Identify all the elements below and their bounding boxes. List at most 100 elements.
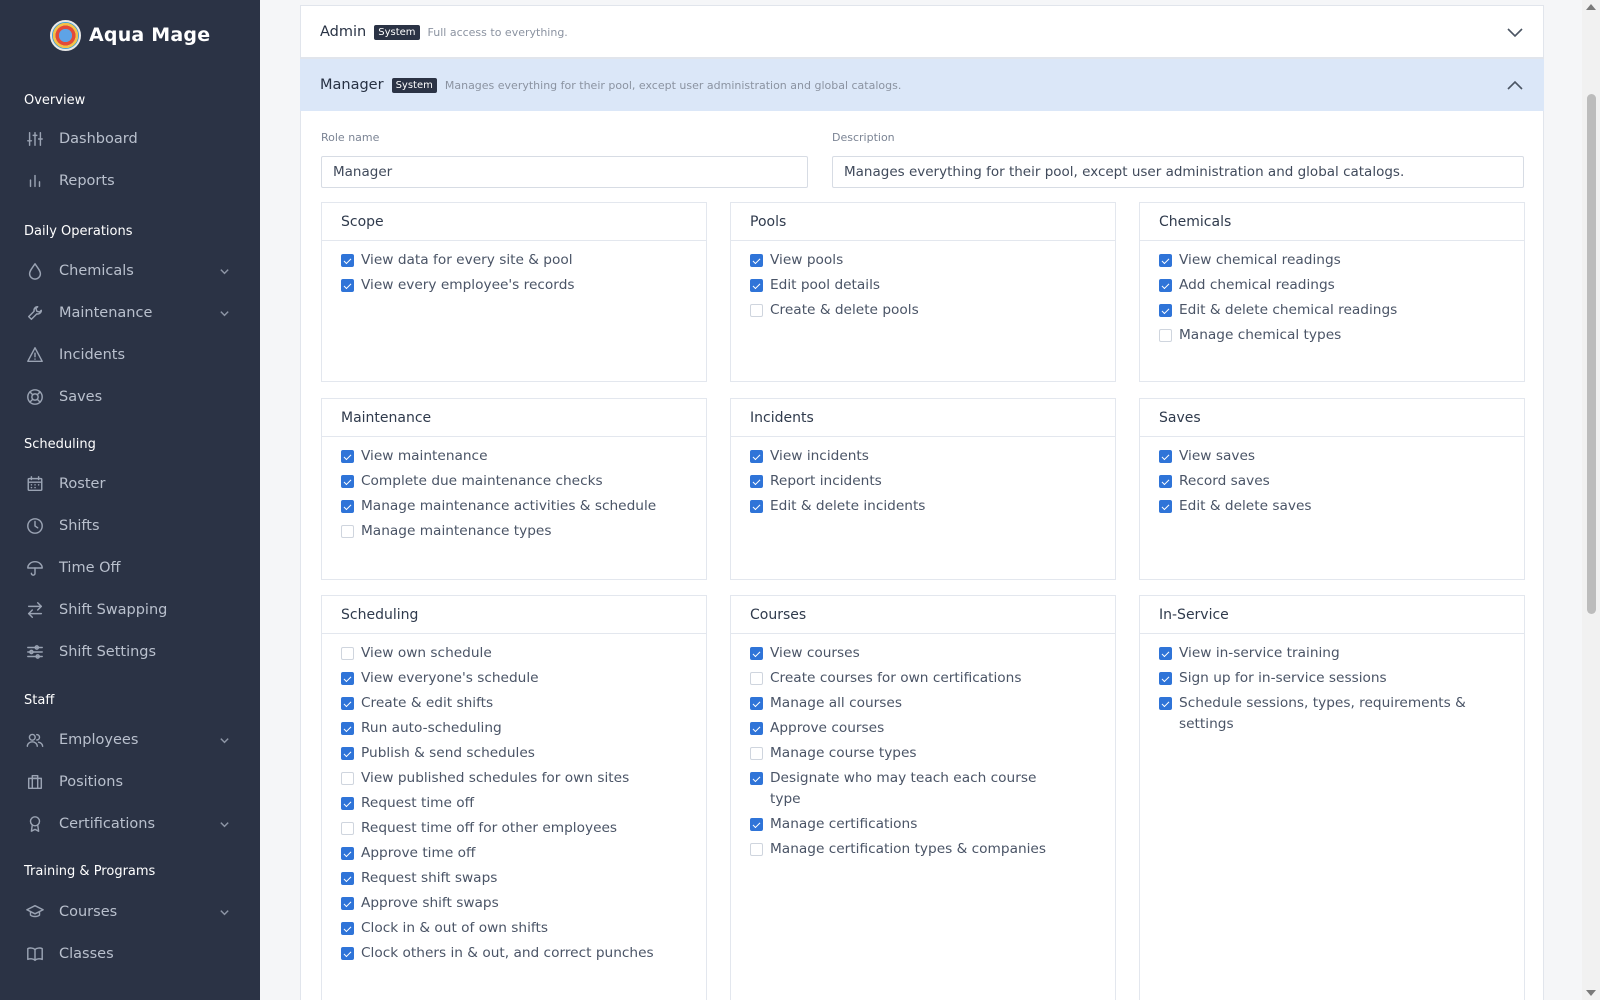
checkbox-checked[interactable] — [750, 647, 763, 660]
checkbox-checked[interactable] — [750, 818, 763, 831]
description-input[interactable] — [832, 156, 1524, 188]
checkbox-checked[interactable] — [1159, 647, 1172, 660]
manager-role-header[interactable]: Manager System Manages everything for th… — [300, 59, 1544, 111]
permission-item[interactable]: View published schedules for own sites — [341, 768, 706, 789]
checkbox-unchecked[interactable] — [341, 647, 354, 660]
permission-item[interactable]: Manage course types — [750, 743, 1115, 764]
permission-item[interactable]: View own schedule — [341, 643, 706, 664]
permission-item[interactable]: Complete due maintenance checks — [341, 471, 706, 492]
checkbox-unchecked[interactable] — [341, 772, 354, 785]
permission-item[interactable]: Create courses for own certifications — [750, 668, 1115, 689]
sidebar-item-courses[interactable]: Courses — [26, 897, 240, 927]
permission-item[interactable]: Edit & delete incidents — [750, 496, 1115, 517]
sidebar-item-chemicals[interactable]: Chemicals — [26, 256, 240, 286]
sidebar-item-dashboard[interactable]: Dashboard — [26, 124, 240, 154]
chevron-down-icon[interactable] — [219, 818, 230, 834]
permission-item[interactable]: Request shift swaps — [341, 868, 706, 889]
permission-item[interactable]: Publish & send schedules — [341, 743, 706, 764]
permission-item[interactable]: Edit pool details — [750, 275, 1115, 296]
sidebar-item-shift-swapping[interactable]: Shift Swapping — [26, 595, 240, 625]
permission-item[interactable]: View chemical readings — [1159, 250, 1524, 271]
chevron-down-icon[interactable] — [1506, 24, 1524, 40]
permission-item[interactable]: Clock in & out of own shifts — [341, 918, 706, 939]
checkbox-checked[interactable] — [750, 254, 763, 267]
checkbox-checked[interactable] — [750, 772, 763, 785]
permission-item[interactable]: View maintenance — [341, 446, 706, 467]
sidebar-item-classes[interactable]: Classes — [26, 939, 240, 969]
permission-item[interactable]: Manage certification types & companies — [750, 839, 1115, 860]
checkbox-unchecked[interactable] — [750, 843, 763, 856]
permission-item[interactable]: View pools — [750, 250, 1115, 271]
checkbox-checked[interactable] — [1159, 304, 1172, 317]
permission-item[interactable]: Schedule sessions, types, requirements &… — [1159, 693, 1524, 735]
sidebar-item-shifts[interactable]: Shifts — [26, 511, 240, 541]
permission-item[interactable]: Manage chemical types — [1159, 325, 1524, 346]
checkbox-unchecked[interactable] — [750, 672, 763, 685]
chevron-down-icon[interactable] — [219, 307, 230, 323]
checkbox-checked[interactable] — [1159, 279, 1172, 292]
sidebar-item-incidents[interactable]: Incidents — [26, 340, 240, 370]
permission-item[interactable]: View in-service training — [1159, 643, 1524, 664]
chevron-down-icon[interactable] — [219, 734, 230, 750]
permission-item[interactable]: Designate who may teach each course type — [750, 768, 1115, 810]
sidebar-item-saves[interactable]: Saves — [26, 382, 240, 412]
permission-item[interactable]: Report incidents — [750, 471, 1115, 492]
checkbox-checked[interactable] — [750, 279, 763, 292]
checkbox-checked[interactable] — [341, 254, 354, 267]
sidebar-item-roster[interactable]: Roster — [26, 469, 240, 499]
brand[interactable]: Aqua Mage — [50, 18, 210, 52]
checkbox-checked[interactable] — [1159, 254, 1172, 267]
admin-role-header[interactable]: Admin System Full access to everything. — [300, 6, 1544, 58]
checkbox-checked[interactable] — [750, 500, 763, 513]
scrollbar[interactable] — [1582, 0, 1600, 1000]
permission-item[interactable]: Manage all courses — [750, 693, 1115, 714]
checkbox-unchecked[interactable] — [750, 747, 763, 760]
role-name-input[interactable] — [321, 156, 808, 188]
permission-item[interactable]: Manage maintenance activities & schedule — [341, 496, 706, 517]
permission-item[interactable]: Approve courses — [750, 718, 1115, 739]
permission-item[interactable]: Run auto-scheduling — [341, 718, 706, 739]
checkbox-checked[interactable] — [341, 697, 354, 710]
sidebar-item-time-off[interactable]: Time Off — [26, 553, 240, 583]
permission-item[interactable]: Sign up for in-service sessions — [1159, 668, 1524, 689]
checkbox-checked[interactable] — [1159, 697, 1172, 710]
checkbox-checked[interactable] — [341, 500, 354, 513]
permission-item[interactable]: Clock others in & out, and correct punch… — [341, 943, 706, 964]
chevron-up-icon[interactable] — [1506, 77, 1524, 93]
sidebar-item-shift-settings[interactable]: Shift Settings — [26, 637, 240, 667]
checkbox-checked[interactable] — [341, 797, 354, 810]
checkbox-checked[interactable] — [341, 747, 354, 760]
permission-item[interactable]: Edit & delete saves — [1159, 496, 1524, 517]
checkbox-checked[interactable] — [341, 279, 354, 292]
checkbox-checked[interactable] — [341, 922, 354, 935]
checkbox-checked[interactable] — [750, 722, 763, 735]
permission-item[interactable]: View incidents — [750, 446, 1115, 467]
sidebar-item-positions[interactable]: Positions — [26, 767, 240, 797]
sidebar-item-reports[interactable]: Reports — [26, 166, 240, 196]
checkbox-checked[interactable] — [1159, 450, 1172, 463]
permission-item[interactable]: Approve shift swaps — [341, 893, 706, 914]
chevron-down-icon[interactable] — [219, 265, 230, 281]
scrollbar-thumb[interactable] — [1587, 94, 1596, 614]
checkbox-checked[interactable] — [341, 847, 354, 860]
scroll-up-arrow-icon[interactable] — [1586, 4, 1596, 10]
checkbox-checked[interactable] — [750, 475, 763, 488]
permission-item[interactable]: Create & delete pools — [750, 300, 1115, 321]
permission-item[interactable]: Create & edit shifts — [341, 693, 706, 714]
permission-item[interactable]: Request time off for other employees — [341, 818, 706, 839]
checkbox-checked[interactable] — [341, 872, 354, 885]
sidebar-item-employees[interactable]: Employees — [26, 725, 240, 755]
permission-item[interactable]: Manage maintenance types — [341, 521, 706, 542]
checkbox-checked[interactable] — [341, 897, 354, 910]
permission-item[interactable]: View saves — [1159, 446, 1524, 467]
checkbox-checked[interactable] — [341, 947, 354, 960]
permission-item[interactable]: View everyone's schedule — [341, 668, 706, 689]
checkbox-unchecked[interactable] — [341, 822, 354, 835]
checkbox-checked[interactable] — [1159, 500, 1172, 513]
permission-item[interactable]: View data for every site & pool — [341, 250, 706, 271]
checkbox-unchecked[interactable] — [341, 525, 354, 538]
sidebar-item-maintenance[interactable]: Maintenance — [26, 298, 240, 328]
checkbox-unchecked[interactable] — [750, 304, 763, 317]
checkbox-checked[interactable] — [750, 697, 763, 710]
permission-item[interactable]: Edit & delete chemical readings — [1159, 300, 1524, 321]
